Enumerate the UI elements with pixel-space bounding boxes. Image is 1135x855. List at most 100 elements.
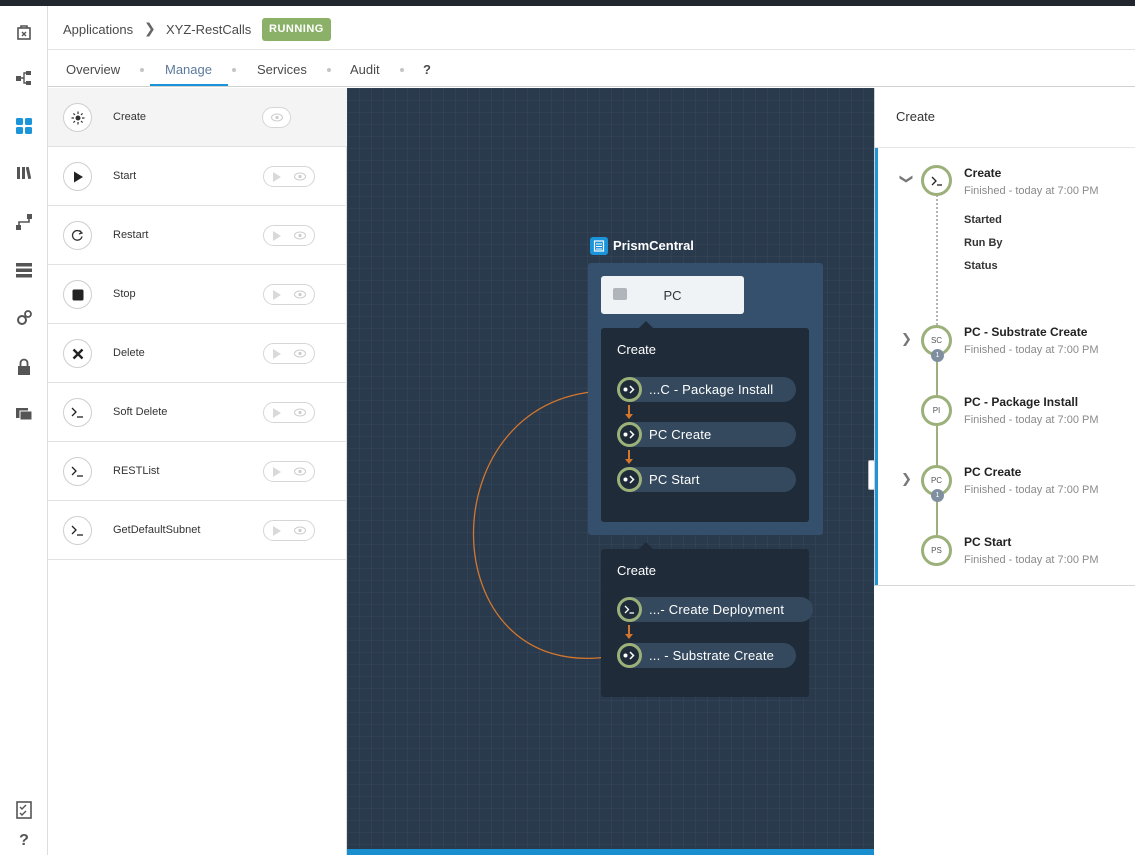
task-label: ...- Create Deployment bbox=[649, 602, 785, 617]
eye-icon bbox=[271, 113, 283, 122]
action-row-soft-delete[interactable]: Soft Delete bbox=[48, 383, 347, 442]
left-nav: ? bbox=[0, 6, 48, 855]
detail-status-label: Status bbox=[964, 260, 998, 272]
flow-arrow bbox=[625, 625, 633, 639]
run-view-toggle[interactable] bbox=[263, 284, 315, 305]
library-icon[interactable] bbox=[14, 163, 34, 183]
timeline-connector bbox=[936, 195, 938, 325]
chevron-down-icon[interactable]: ❯ bbox=[898, 174, 914, 185]
run-view-toggle[interactable] bbox=[263, 402, 315, 423]
play-small-icon bbox=[273, 231, 281, 241]
action-row-restart[interactable]: Restart bbox=[48, 206, 347, 265]
substrate-label: PC bbox=[663, 288, 682, 303]
panel-header-divider bbox=[875, 147, 1135, 148]
endpoints-icon[interactable] bbox=[14, 260, 34, 280]
flow-notch bbox=[639, 542, 653, 549]
action-row-stop[interactable]: Stop bbox=[48, 265, 347, 324]
chevron-right-icon: ❯ bbox=[144, 20, 156, 36]
eye-icon bbox=[294, 408, 306, 417]
chevron-right-icon[interactable]: ❯ bbox=[901, 471, 912, 487]
action-label: Delete bbox=[113, 347, 145, 359]
chevron-right-icon[interactable]: ❯ bbox=[901, 331, 912, 347]
workflow-canvas[interactable]: PrismCentral PC Create ...C - Package In… bbox=[347, 88, 874, 855]
runbooks-icon[interactable] bbox=[14, 212, 34, 232]
blueprints-icon[interactable] bbox=[14, 68, 34, 88]
breadcrumb-applications-link[interactable]: Applications bbox=[63, 22, 133, 37]
task-title[interactable]: PC Create bbox=[964, 465, 1021, 479]
task-label: PC Create bbox=[649, 427, 712, 442]
terminal-icon bbox=[63, 398, 92, 427]
task-subtitle: Finished - today at 7:00 PM bbox=[964, 414, 1099, 426]
action-row-create[interactable]: Create bbox=[48, 88, 347, 147]
task-title[interactable]: PC - Substrate Create bbox=[964, 325, 1087, 339]
panel-title: Create bbox=[896, 109, 936, 124]
flow-box-create-2[interactable]: Create ...- Create Deployment ... - Subs… bbox=[601, 549, 813, 697]
task-title[interactable]: PC Start bbox=[964, 535, 1011, 549]
task-count-badge: 1 bbox=[931, 489, 944, 502]
task-pc-start[interactable]: PC Start bbox=[617, 467, 796, 492]
settings-gears-icon[interactable] bbox=[14, 308, 34, 328]
task-create-deployment[interactable]: ...- Create Deployment bbox=[617, 597, 813, 622]
canvas-bottom-bar bbox=[347, 849, 874, 855]
tab-bar: Overview Manage Services Audit ? bbox=[48, 51, 1135, 87]
stop-icon bbox=[63, 280, 92, 309]
run-view-toggle[interactable] bbox=[263, 343, 315, 364]
tab-separator-dot bbox=[400, 68, 404, 72]
flow-box-create-1[interactable]: Create ...C - Package Install PC Create … bbox=[601, 328, 809, 522]
projects-folder-icon[interactable] bbox=[14, 403, 34, 423]
task-subtitle: Finished - today at 7:00 PM bbox=[964, 344, 1099, 356]
marketplace-bag-icon[interactable] bbox=[14, 22, 34, 42]
task-exec-icon bbox=[617, 643, 642, 668]
policies-lock-icon[interactable] bbox=[14, 357, 34, 377]
substrate-chip[interactable]: PC bbox=[601, 276, 744, 314]
action-label: Stop bbox=[113, 288, 136, 300]
eye-icon bbox=[294, 467, 306, 476]
eye-icon bbox=[294, 526, 306, 535]
task-package-install[interactable]: ...C - Package Install bbox=[617, 377, 796, 402]
panel-accent-bar bbox=[875, 148, 878, 585]
root-terminal-node[interactable] bbox=[921, 165, 952, 196]
task-title[interactable]: PC - Package Install bbox=[964, 395, 1078, 409]
tab-audit[interactable]: Audit bbox=[350, 62, 380, 77]
play-small-icon bbox=[273, 526, 281, 536]
run-view-toggle[interactable] bbox=[263, 166, 315, 187]
checklist-icon[interactable] bbox=[14, 800, 34, 820]
task-substrate-create[interactable]: ... - Substrate Create bbox=[617, 643, 796, 668]
svg-text:?: ? bbox=[19, 832, 29, 848]
flow-arrow bbox=[625, 450, 633, 464]
play-small-icon bbox=[273, 408, 281, 418]
detail-runby-label: Run By bbox=[964, 237, 1003, 249]
help-icon[interactable]: ? bbox=[14, 829, 34, 849]
tab-help[interactable]: ? bbox=[423, 62, 431, 77]
tab-separator-dot bbox=[327, 68, 331, 72]
run-view-toggle[interactable] bbox=[263, 520, 315, 541]
task-subtitle: Finished - today at 7:00 PM bbox=[964, 484, 1099, 496]
task-pc-create[interactable]: PC Create bbox=[617, 422, 796, 447]
task-label: PC Start bbox=[649, 472, 700, 487]
detail-started-label: Started bbox=[964, 214, 1002, 226]
eye-icon bbox=[294, 290, 306, 299]
play-small-icon bbox=[273, 467, 281, 477]
tab-overview[interactable]: Overview bbox=[66, 62, 120, 77]
applications-grid-icon[interactable] bbox=[14, 116, 34, 136]
task-subtitle: Finished - today at 7:00 PM bbox=[964, 554, 1099, 566]
status-badge: RUNNING bbox=[262, 18, 331, 41]
root-title[interactable]: Create bbox=[964, 166, 1001, 180]
active-tab-underline bbox=[150, 84, 228, 86]
run-view-toggle[interactable] bbox=[263, 225, 315, 246]
action-row-delete[interactable]: Delete bbox=[48, 324, 347, 383]
tab-manage[interactable]: Manage bbox=[165, 62, 212, 77]
task-node[interactable]: PI bbox=[921, 395, 952, 426]
tab-services[interactable]: Services bbox=[257, 62, 307, 77]
run-view-toggle[interactable] bbox=[263, 461, 315, 482]
action-row-start[interactable]: Start bbox=[48, 147, 347, 206]
breadcrumb-app-name[interactable]: XYZ-RestCalls bbox=[166, 22, 251, 37]
view-toggle[interactable] bbox=[262, 107, 291, 128]
action-row-getdefaultsubnet[interactable]: GetDefaultSubnet bbox=[48, 501, 347, 560]
eye-icon bbox=[294, 172, 306, 181]
task-node[interactable]: PS bbox=[921, 535, 952, 566]
action-row-restlist[interactable]: RESTList bbox=[48, 442, 347, 501]
service-title[interactable]: PrismCentral bbox=[613, 238, 694, 253]
task-terminal-icon bbox=[617, 597, 642, 622]
timeline-connector bbox=[936, 355, 938, 535]
